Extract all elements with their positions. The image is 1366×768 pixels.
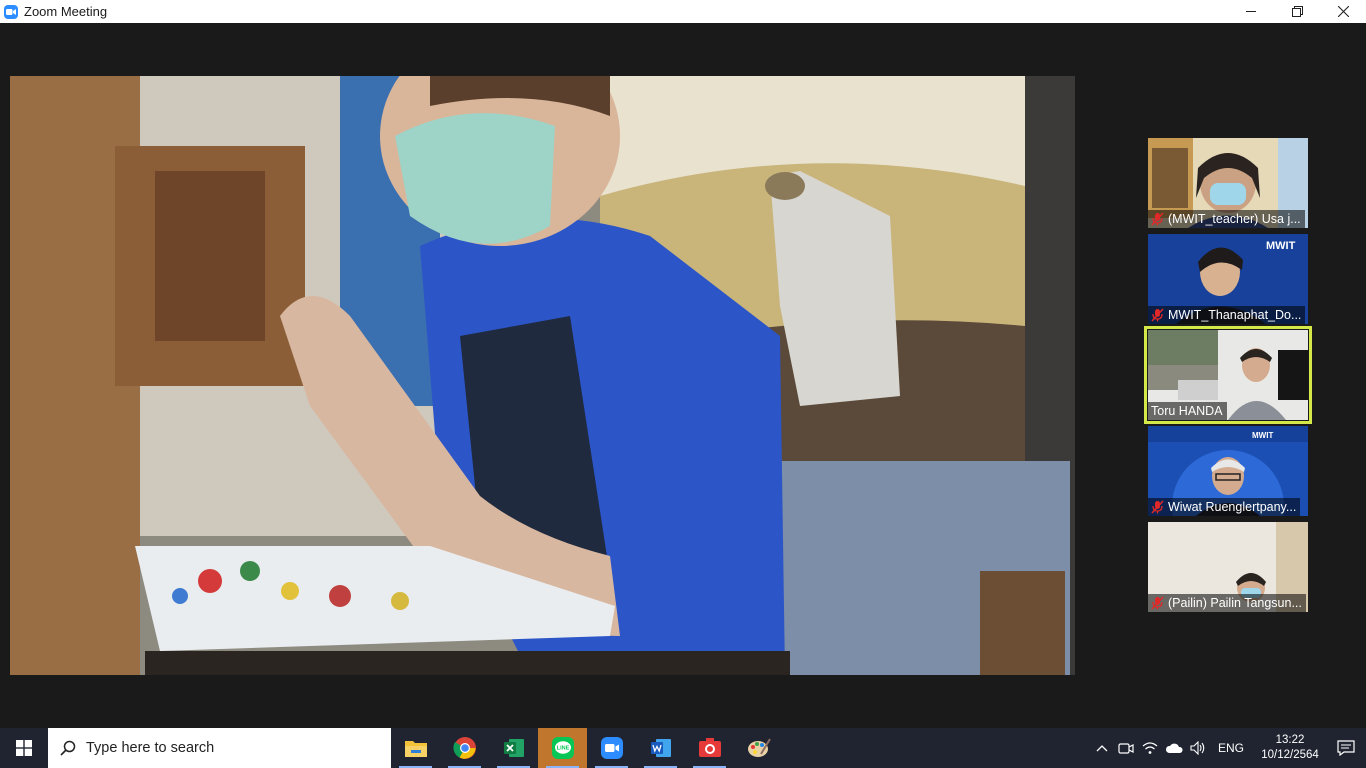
network-button[interactable] xyxy=(1138,728,1162,768)
title-bar: Zoom Meeting xyxy=(0,0,1366,23)
clock-time: 13:22 xyxy=(1275,734,1305,746)
mic-muted-icon xyxy=(1151,212,1164,226)
chevron-up-icon xyxy=(1096,745,1108,752)
input-language-indicator[interactable]: ENG xyxy=(1218,741,1244,755)
taskbar-app-line[interactable]: LINE xyxy=(538,728,587,768)
zoom-app-icon xyxy=(4,4,18,19)
file-explorer-icon xyxy=(404,741,427,757)
notification-icon xyxy=(1337,740,1355,756)
svg-text:LINE: LINE xyxy=(556,746,569,752)
close-button[interactable] xyxy=(1320,0,1366,23)
clock[interactable]: 13:22 10/12/2564 xyxy=(1254,733,1326,763)
participant-name: MWIT_Thanaphat_Do... xyxy=(1168,308,1302,322)
taskbar-search-box[interactable]: Type here to search xyxy=(48,728,391,768)
minimize-icon xyxy=(1245,11,1256,12)
participant-tile[interactable]: (MWIT_teacher) Usa j... xyxy=(1148,138,1308,228)
background-logo-text: MWIT xyxy=(1252,431,1273,440)
participant-tile[interactable]: MWIT Wiwat Ruenglertpany... xyxy=(1148,426,1308,516)
meet-now-button[interactable] xyxy=(1114,728,1138,768)
participant-name-bar: Wiwat Ruenglertpany... xyxy=(1148,498,1301,516)
volume-button[interactable] xyxy=(1186,728,1210,768)
show-hidden-icons-button[interactable] xyxy=(1090,728,1114,768)
start-button[interactable] xyxy=(0,728,48,768)
paint-icon xyxy=(747,738,771,757)
participant-tile[interactable]: MWIT MWIT_Thanaphat_Do... xyxy=(1148,234,1308,324)
windows-logo-icon xyxy=(16,740,32,756)
participant-name: (Pailin) Pailin Tangsun... xyxy=(1168,596,1302,610)
meeting-area: (MWIT_teacher) Usa j... MWIT MWIT_Thanap… xyxy=(0,23,1366,728)
restore-button[interactable] xyxy=(1274,0,1320,23)
participant-tile[interactable]: (Pailin) Pailin Tangsun... xyxy=(1148,522,1308,612)
wifi-icon xyxy=(1142,742,1158,754)
system-tray: ENG 13:22 10/12/2564 xyxy=(1090,728,1366,768)
excel-icon xyxy=(503,739,524,757)
window-title: Zoom Meeting xyxy=(24,4,108,19)
meet-now-icon xyxy=(1118,743,1134,754)
minimize-button[interactable] xyxy=(1228,0,1274,23)
taskbar-app-zoom[interactable] xyxy=(587,728,636,768)
taskbar-app-paint[interactable] xyxy=(734,728,783,768)
restore-icon xyxy=(1291,6,1303,17)
cloud-icon xyxy=(1165,743,1183,753)
participant-name: Toru HANDA xyxy=(1151,404,1223,418)
taskbar-app-file-explorer[interactable] xyxy=(391,728,440,768)
onedrive-button[interactable] xyxy=(1162,728,1186,768)
search-placeholder: Type here to search xyxy=(86,740,215,756)
chrome-icon xyxy=(452,737,476,759)
participant-name-bar: (MWIT_teacher) Usa j... xyxy=(1148,210,1305,228)
taskbar-app-chrome[interactable] xyxy=(440,728,489,768)
active-speaker-video[interactable] xyxy=(10,76,1075,675)
window-controls xyxy=(1228,0,1366,23)
participant-name: (MWIT_teacher) Usa j... xyxy=(1168,212,1301,226)
participant-name-bar: MWIT_Thanaphat_Do... xyxy=(1148,306,1306,324)
mic-muted-icon xyxy=(1151,308,1164,322)
video-frame-image xyxy=(10,76,1075,675)
participant-tile-active-speaker[interactable]: Toru HANDA xyxy=(1144,326,1312,424)
camera-icon xyxy=(698,738,721,757)
search-icon xyxy=(60,740,76,756)
clock-date: 10/12/2564 xyxy=(1261,749,1319,761)
zoom-icon xyxy=(600,737,623,759)
taskbar-app-word[interactable] xyxy=(636,728,685,768)
word-icon xyxy=(650,739,671,757)
participant-name: Wiwat Ruenglertpany... xyxy=(1168,500,1297,514)
speaker-icon xyxy=(1190,741,1205,755)
close-icon xyxy=(1337,6,1349,17)
windows-taskbar: Type here to search LINE ENG 13:22 10/12… xyxy=(0,728,1366,768)
taskbar-app-camera[interactable] xyxy=(685,728,734,768)
action-center-button[interactable] xyxy=(1326,728,1366,768)
mic-muted-icon xyxy=(1151,500,1164,514)
background-logo-text: MWIT xyxy=(1266,240,1296,252)
participant-name-bar: (Pailin) Pailin Tangsun... xyxy=(1148,594,1306,612)
mic-muted-icon xyxy=(1151,596,1164,610)
participant-name-bar: Toru HANDA xyxy=(1148,402,1227,420)
taskbar-app-excel[interactable] xyxy=(489,728,538,768)
line-icon: LINE xyxy=(551,737,574,759)
